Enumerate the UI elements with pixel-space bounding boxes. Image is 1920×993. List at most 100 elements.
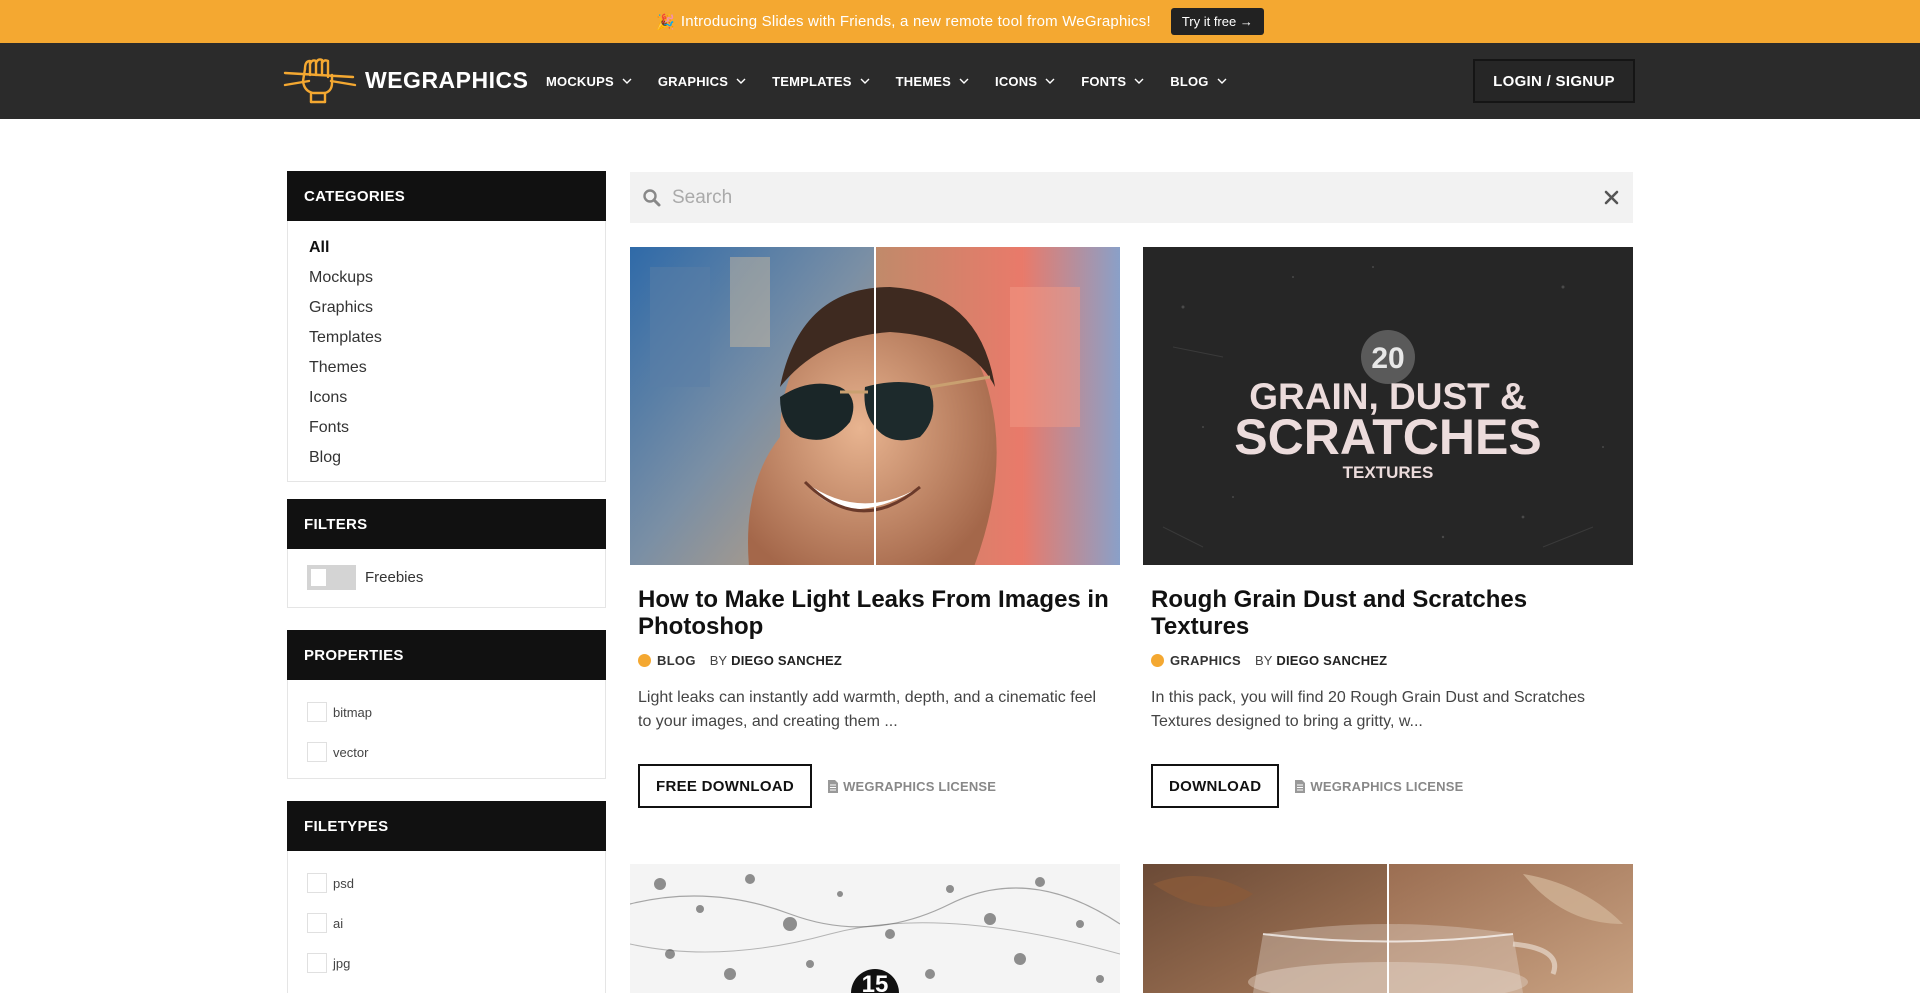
bitmap-checkbox[interactable]	[307, 702, 327, 722]
check-label: vector	[333, 744, 369, 760]
try-it-free-button[interactable]: Try it free →	[1170, 8, 1264, 35]
search-icon	[643, 189, 661, 207]
category-dot-icon	[1151, 654, 1164, 667]
property-vector[interactable]: vector	[307, 732, 605, 772]
ai-checkbox[interactable]	[307, 913, 327, 933]
card-title[interactable]: How to Make Light Leaks From Images in P…	[638, 586, 1112, 640]
resource-card: 20 GRAIN, DUST & SCRATCHES TEXTURES Roug…	[1143, 247, 1633, 808]
filetype-psd[interactable]: psd	[307, 863, 605, 903]
nav-label: FONTS	[1081, 73, 1127, 89]
card-meta: BLOG BY DIEGO SANCHEZ	[638, 653, 1112, 668]
nav-item-graphics[interactable]: GRAPHICS	[658, 74, 746, 89]
party-popper-icon: 🎉	[656, 13, 675, 31]
resource-card: How to Make Light Leaks From Images in P…	[630, 247, 1120, 808]
category-fonts[interactable]: Fonts	[309, 413, 605, 443]
nav-label: THEMES	[895, 73, 952, 89]
card-actions: DOWNLOAD WEGRAPHICS LICENSE	[1151, 764, 1625, 808]
card-title[interactable]: Rough Grain Dust and Scratches Textures	[1151, 586, 1625, 640]
nav-item-templates[interactable]: TEMPLATES	[772, 74, 870, 89]
filetype-abr[interactable]: abr	[307, 983, 605, 993]
search-bar	[630, 172, 1633, 223]
category-all[interactable]: All	[309, 233, 605, 263]
filetypes-heading: FILETYPES	[287, 801, 606, 851]
document-icon	[1295, 779, 1306, 793]
document-icon	[828, 779, 839, 793]
logo-text: WEGRAPHICS	[365, 66, 529, 93]
chevron-down-icon	[1217, 78, 1227, 84]
close-icon[interactable]	[1604, 190, 1619, 205]
image-line-3: TEXTURES	[1343, 463, 1434, 482]
chevron-down-icon	[860, 78, 870, 84]
card-image-portrait[interactable]	[630, 247, 1120, 577]
filetype-ai[interactable]: ai	[307, 903, 605, 943]
jpg-checkbox[interactable]	[307, 953, 327, 973]
card-category[interactable]: BLOG	[657, 653, 696, 668]
properties-heading: PROPERTIES	[287, 630, 606, 680]
property-bitmap[interactable]: bitmap	[307, 692, 605, 732]
nav-item-blog[interactable]: BLOG	[1170, 73, 1227, 89]
nav-item-mockups[interactable]: MOCKUPS	[546, 74, 632, 89]
filters-panel: Freebies	[287, 549, 606, 608]
image-line-2: SCRATCHES	[1234, 409, 1541, 465]
chevron-down-icon	[622, 78, 632, 84]
category-mockups[interactable]: Mockups	[309, 263, 605, 293]
card-image-grunge[interactable]: 15	[629, 864, 1121, 993]
category-dot-icon	[638, 654, 651, 667]
card-image-textures[interactable]: 20 GRAIN, DUST & SCRATCHES TEXTURES	[1143, 247, 1633, 565]
filetype-jpg[interactable]: jpg	[307, 943, 605, 983]
image-number: 20	[1371, 342, 1404, 375]
check-label: bitmap	[333, 704, 373, 720]
by-label: BY	[1255, 653, 1273, 668]
card-author[interactable]: DIEGO SANCHEZ	[731, 653, 842, 668]
nav-label: TEMPLATES	[772, 73, 852, 89]
resource-card: 15	[629, 864, 1121, 993]
chevron-down-icon	[736, 78, 746, 84]
check-label: ai	[333, 915, 344, 931]
toggle-knob	[311, 569, 326, 586]
nav-item-fonts[interactable]: FONTS	[1081, 74, 1144, 89]
check-label: jpg	[333, 955, 351, 971]
freebies-label: Freebies	[365, 569, 424, 586]
nav-item-themes[interactable]: THEMES	[896, 74, 969, 89]
card-meta: GRAPHICS BY DIEGO SANCHEZ	[1151, 653, 1625, 668]
filters-heading: FILTERS	[287, 499, 606, 549]
category-graphics[interactable]: Graphics	[309, 293, 605, 323]
free-download-button[interactable]: FREE DOWNLOAD	[638, 764, 813, 808]
chevron-down-icon	[1134, 78, 1144, 84]
download-button[interactable]: DOWNLOAD	[1151, 764, 1280, 808]
sidebar: CATEGORIES All Mockups Graphics Template…	[287, 171, 606, 993]
site-header: WEGRAPHICS MOCKUPS GRAPHICS TEMPLATES TH…	[0, 43, 1920, 119]
psd-checkbox[interactable]	[307, 873, 327, 893]
category-icons[interactable]: Icons	[309, 383, 605, 413]
image-number: 15	[862, 971, 889, 993]
check-label: psd	[333, 875, 354, 891]
card-category[interactable]: GRAPHICS	[1170, 653, 1241, 668]
categories-panel: All Mockups Graphics Templates Themes Ic…	[287, 221, 606, 482]
license-label: WEGRAPHICS LICENSE	[843, 778, 997, 794]
nav-label: BLOG	[1170, 73, 1209, 89]
main-nav: MOCKUPS GRAPHICS TEMPLATES THEMES ICONS …	[546, 43, 1253, 119]
site-logo[interactable]: WEGRAPHICS	[283, 55, 528, 105]
category-templates[interactable]: Templates	[309, 323, 605, 353]
chevron-down-icon	[959, 78, 969, 84]
announcement-bar: 🎉 Introducing Slides with Friends, a new…	[0, 0, 1920, 43]
vector-checkbox[interactable]	[307, 742, 327, 762]
card-image-tea[interactable]	[1143, 864, 1633, 993]
license-link[interactable]: WEGRAPHICS LICENSE	[828, 779, 996, 794]
nav-label: GRAPHICS	[657, 73, 729, 89]
filetypes-panel: psd ai jpg abr	[287, 851, 606, 993]
category-blog[interactable]: Blog	[309, 443, 605, 473]
search-input[interactable]	[672, 172, 1572, 223]
license-link[interactable]: WEGRAPHICS LICENSE	[1295, 779, 1463, 794]
logo-hand-icon	[283, 58, 357, 104]
login-signup-button[interactable]: LOGIN / SIGNUP	[1473, 59, 1635, 103]
freebies-toggle[interactable]	[307, 565, 356, 590]
license-label: WEGRAPHICS LICENSE	[1310, 778, 1464, 794]
category-themes[interactable]: Themes	[309, 353, 605, 383]
card-author[interactable]: DIEGO SANCHEZ	[1276, 653, 1387, 668]
chevron-down-icon	[1045, 78, 1055, 84]
by-label: BY	[709, 653, 728, 668]
nav-item-icons[interactable]: ICONS	[995, 74, 1055, 89]
nav-label: MOCKUPS	[546, 73, 614, 89]
card-description: Light leaks can instantly add warmth, de…	[638, 689, 1097, 730]
